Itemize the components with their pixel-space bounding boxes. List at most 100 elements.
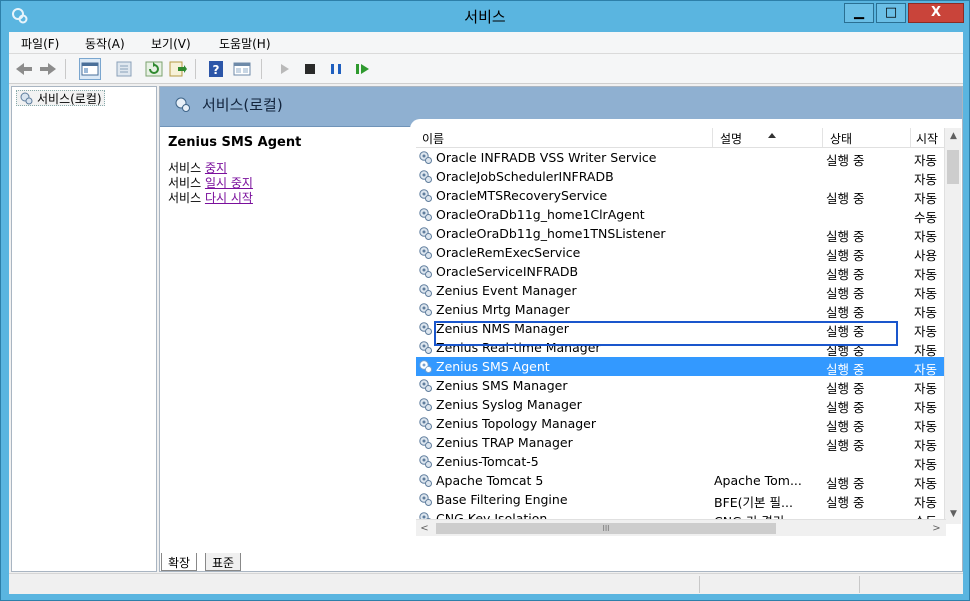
column-header-description[interactable]: 설명: [720, 130, 742, 147]
service-gear-icon: [418, 207, 433, 222]
start-icon[interactable]: [273, 58, 295, 80]
refresh-icon[interactable]: [143, 58, 165, 80]
service-name: Zenius TRAP Manager: [436, 435, 573, 450]
service-row[interactable]: OracleRemExecService 실행 중 사용: [416, 243, 944, 263]
column-header-name[interactable]: 이름: [422, 130, 444, 147]
column-divider[interactable]: [822, 128, 823, 147]
service-row[interactable]: Base Filtering Engine BFE(기본 필... 실행 중 자동: [416, 490, 944, 510]
toolbar-separator: [261, 59, 262, 79]
service-row[interactable]: Zenius Syslog Manager 실행 중 자동: [416, 395, 944, 415]
pane-header-title: 서비스(로컬): [202, 96, 283, 114]
services-gear-icon: [174, 96, 192, 114]
service-gear-icon: [418, 188, 433, 203]
minimize-button[interactable]: ▁: [844, 3, 874, 23]
window-title: 서비스: [464, 8, 506, 26]
view-icon[interactable]: [231, 58, 253, 80]
menu-bar: 파일(F) 동작(A) 보기(V) 도움말(H): [9, 32, 963, 54]
menu-help[interactable]: 도움말(H): [219, 35, 271, 52]
service-row[interactable]: Zenius Mrtg Manager 실행 중 자동: [416, 300, 944, 320]
stop-icon[interactable]: [299, 58, 321, 80]
export-icon[interactable]: [167, 58, 189, 80]
status-divider: [699, 576, 700, 593]
tree-item-services-local[interactable]: 서비스(로컬): [16, 90, 105, 106]
service-row[interactable]: Zenius TRAP Manager 실행 중 자동: [416, 433, 944, 453]
service-name: Zenius Real-time Manager: [436, 340, 601, 355]
view-tabs: 확장 표준: [159, 551, 459, 573]
service-gear-icon: [418, 226, 433, 241]
properties-icon[interactable]: [113, 58, 135, 80]
service-name: Zenius Syslog Manager: [436, 397, 582, 412]
menu-view[interactable]: 보기(V): [151, 35, 191, 52]
maximize-button[interactable]: □: [876, 3, 906, 23]
restart-service-line: 서비스 다시 시작: [168, 189, 253, 206]
help-icon[interactable]: ?: [205, 58, 227, 80]
services-gear-icon: [19, 91, 33, 105]
service-name: OracleJobSchedulerINFRADB: [436, 169, 614, 184]
service-name: Zenius Mrtg Manager: [436, 302, 570, 317]
scroll-right-icon[interactable]: >: [928, 520, 945, 537]
restart-service-link[interactable]: 다시 시작: [205, 191, 253, 205]
console-tree-icon[interactable]: [79, 58, 101, 80]
column-divider[interactable]: [712, 128, 713, 147]
close-button[interactable]: X: [908, 3, 964, 23]
pause-service-link[interactable]: 일시 중지: [205, 176, 253, 190]
back-icon[interactable]: [13, 58, 35, 80]
service-row[interactable]: OracleOraDb11g_home1ClrAgent 수동: [416, 205, 944, 225]
tab-extended[interactable]: 확장: [161, 553, 198, 571]
service-row[interactable]: OracleServiceINFRADB 실행 중 자동: [416, 262, 944, 282]
service-gear-icon: [418, 397, 433, 412]
tree-item-label: 서비스(로컬): [37, 91, 102, 106]
service-prefix: 서비스: [168, 191, 202, 205]
vertical-scrollbar[interactable]: ▲ ▼: [944, 128, 961, 524]
toolbar: ?: [9, 54, 963, 84]
pause-icon[interactable]: [325, 58, 347, 80]
title-bar[interactable]: 서비스 ▁ □ X: [1, 1, 969, 32]
service-gear-icon: [418, 435, 433, 450]
menu-action[interactable]: 동작(A): [85, 35, 125, 52]
resume-icon[interactable]: [351, 58, 373, 80]
forward-icon[interactable]: [37, 58, 59, 80]
scroll-up-icon[interactable]: ▲: [945, 128, 962, 145]
service-row[interactable]: Zenius SMS Agent 실행 중 자동: [416, 357, 944, 377]
service-name: Base Filtering Engine: [436, 492, 568, 507]
status-divider: [859, 576, 860, 593]
service-gear-icon: [418, 321, 433, 336]
service-name: Zenius NMS Manager: [436, 321, 569, 336]
column-header-status[interactable]: 상태: [830, 130, 852, 147]
toolbar-separator: [65, 59, 66, 79]
service-row[interactable]: OracleJobSchedulerINFRADB 자동: [416, 167, 944, 187]
column-divider[interactable]: [910, 128, 911, 147]
stop-service-link[interactable]: 중지: [205, 161, 227, 175]
service-gear-icon: [418, 169, 433, 184]
service-name: OracleServiceINFRADB: [436, 264, 579, 279]
horizontal-scrollbar[interactable]: < III >: [416, 519, 946, 536]
service-name: OracleOraDb11g_home1TNSListener: [436, 226, 666, 241]
service-name: Zenius Event Manager: [436, 283, 577, 298]
tab-standard[interactable]: 표준: [205, 553, 242, 571]
console-tree: 서비스(로컬): [11, 86, 157, 572]
service-row[interactable]: Apache Tomcat 5 Apache Tom... 실행 중 자동: [416, 471, 944, 491]
service-row[interactable]: Zenius Real-time Manager 실행 중 자동: [416, 338, 944, 358]
scroll-down-icon[interactable]: ▼: [945, 506, 962, 523]
service-name: OracleRemExecService: [436, 245, 581, 260]
service-row[interactable]: Zenius-Tomcat-5 자동: [416, 452, 944, 472]
service-row[interactable]: OracleOraDb11g_home1TNSListener 실행 중 자동: [416, 224, 944, 244]
service-row[interactable]: OracleMTSRecoveryService 실행 중 자동: [416, 186, 944, 206]
service-gear-icon: [418, 245, 433, 260]
service-row[interactable]: Oracle INFRADB VSS Writer Service 실행 중 자동: [416, 148, 944, 168]
service-row[interactable]: Zenius NMS Manager 실행 중 자동: [416, 319, 944, 339]
vertical-scroll-thumb[interactable]: [947, 150, 959, 184]
scroll-left-icon[interactable]: <: [416, 520, 433, 537]
service-gear-icon: [418, 264, 433, 279]
service-row[interactable]: Zenius Event Manager 실행 중 자동: [416, 281, 944, 301]
service-row[interactable]: Zenius Topology Manager 실행 중 자동: [416, 414, 944, 434]
service-prefix: 서비스: [168, 176, 202, 190]
service-row[interactable]: Zenius SMS Manager 실행 중 자동: [416, 376, 944, 396]
services-window: 서비스 ▁ □ X 파일(F) 동작(A) 보기(V) 도움말(H) ? 서비스…: [0, 0, 970, 601]
service-gear-icon: [418, 492, 433, 507]
horizontal-scroll-thumb[interactable]: III: [436, 523, 776, 534]
service-name: OracleMTSRecoveryService: [436, 188, 608, 203]
services-rows: Oracle INFRADB VSS Writer Service 실행 중 자동 O…: [416, 148, 944, 528]
column-header-startup[interactable]: 시작: [916, 130, 938, 147]
menu-file[interactable]: 파일(F): [21, 35, 59, 52]
